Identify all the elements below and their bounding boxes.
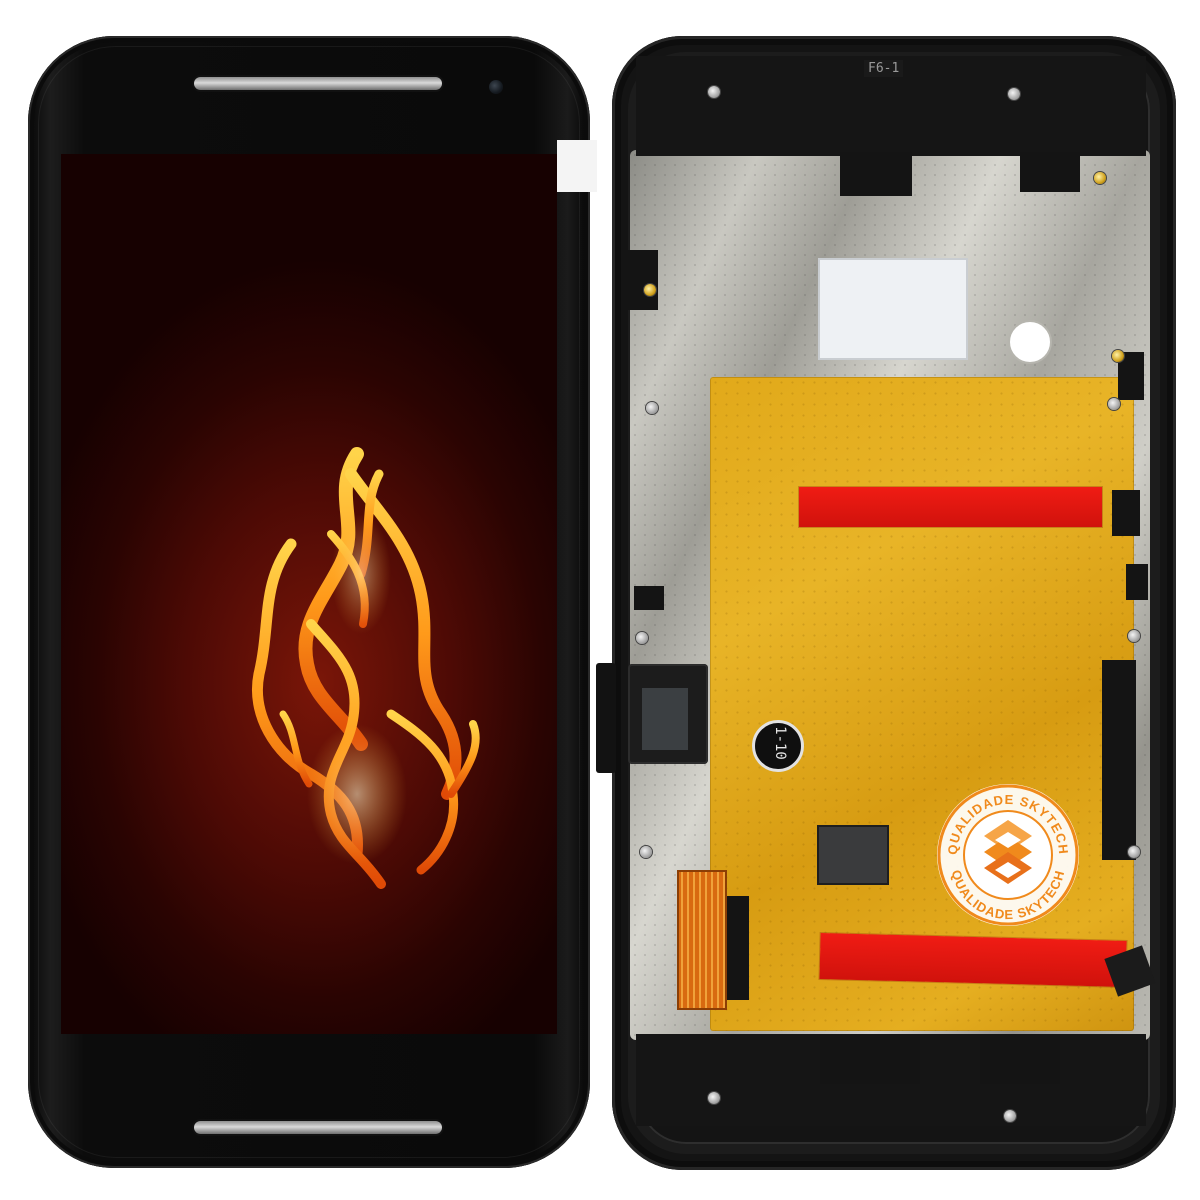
connector-chip — [817, 825, 889, 885]
frame-clip — [1020, 152, 1080, 192]
product-photo: 1-10 QUALIDADE SKYTECH QUALIDADE SKYTECH… — [0, 0, 1200, 1200]
screw — [1004, 1110, 1016, 1122]
screw — [1128, 846, 1140, 858]
screw — [1094, 172, 1106, 184]
gold-protective-film — [710, 377, 1134, 1031]
phone-front — [28, 36, 590, 1168]
quality-seal: QUALIDADE SKYTECH QUALIDADE SKYTECH — [935, 782, 1081, 928]
display-flex-cable — [628, 664, 708, 764]
flame-wallpaper — [252, 447, 480, 889]
screw — [636, 632, 648, 644]
frame-clip — [1112, 490, 1140, 536]
part-marking-label: F6-1 — [864, 60, 904, 77]
sensor-window — [557, 140, 597, 192]
front-camera — [489, 80, 503, 94]
screw — [640, 846, 652, 858]
screw — [1008, 88, 1020, 100]
black-flex-ribbon — [727, 896, 749, 1000]
frame-clip — [634, 586, 664, 610]
seal-graphic: QUALIDADE SKYTECH QUALIDADE SKYTECH — [937, 784, 1079, 926]
side-connector — [596, 663, 616, 773]
frame-clip — [1126, 564, 1148, 600]
screw — [708, 1092, 720, 1104]
screw — [1108, 398, 1120, 410]
red-tape-top — [799, 487, 1102, 527]
frame-clip — [1102, 660, 1136, 860]
frame-clip — [628, 250, 658, 310]
frame-clip — [840, 152, 912, 196]
screw — [1128, 630, 1140, 642]
frame-clip — [980, 1040, 1060, 1084]
screw — [708, 86, 720, 98]
red-tape-bottom — [819, 933, 1127, 987]
screw — [646, 402, 658, 414]
flex-cable-connector — [642, 688, 688, 750]
orange-flex-ribbon — [677, 870, 727, 1010]
white-label-sticker — [818, 258, 968, 360]
round-sticker-marking: 1-10 — [771, 726, 788, 760]
bottom-speaker-grille — [194, 1121, 442, 1134]
frame-clip — [820, 1040, 920, 1084]
screw — [644, 284, 656, 296]
display-screen — [61, 154, 557, 1034]
screw — [1112, 350, 1124, 362]
top-speaker-grille — [194, 77, 442, 90]
camera-hole — [1008, 320, 1052, 364]
round-marking-sticker: 1-10 — [752, 720, 804, 772]
